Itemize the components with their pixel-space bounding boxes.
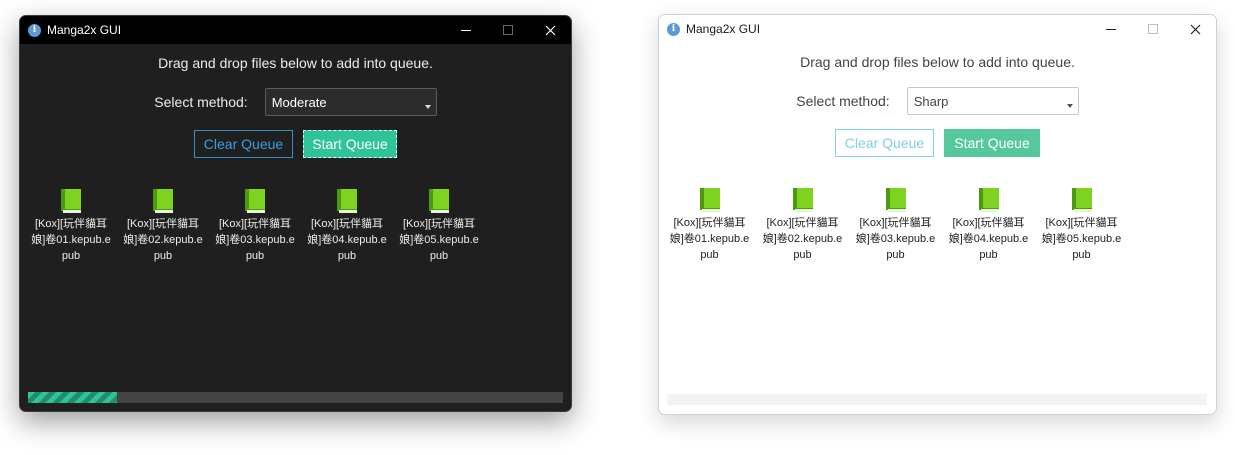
close-button[interactable]	[529, 16, 571, 44]
method-select[interactable]: Sharp	[906, 87, 1079, 115]
method-select[interactable]: Moderate	[264, 88, 437, 116]
progress-bar	[667, 394, 1207, 405]
file-item[interactable]: [Kox][玩伴貓耳娘]卷03.kepub.epub	[209, 189, 301, 264]
start-queue-button[interactable]: Start Queue	[944, 129, 1040, 157]
progress-fill	[28, 392, 117, 403]
maximize-icon	[1148, 24, 1158, 34]
window-light: i Manga2x GUI Drag and drop files below …	[658, 14, 1217, 415]
green-book-icon	[885, 188, 906, 212]
file-item[interactable]: [Kox][玩伴貓耳娘]卷01.kepub.epub	[25, 189, 117, 264]
minimize-icon	[461, 29, 471, 31]
main-content: Drag and drop files below to add into qu…	[20, 44, 571, 411]
green-book-icon	[429, 189, 449, 213]
clear-queue-button[interactable]: Clear Queue	[194, 130, 293, 158]
file-name: [Kox][玩伴貓耳娘]卷02.kepub.epub	[762, 217, 843, 261]
file-item[interactable]: [Kox][玩伴貓耳娘]卷05.kepub.epub	[1035, 188, 1128, 263]
minimize-icon	[1106, 28, 1116, 30]
file-item[interactable]: [Kox][玩伴貓耳娘]卷04.kepub.epub	[942, 188, 1035, 263]
progress-bar	[28, 392, 563, 403]
minimize-button[interactable]	[1090, 15, 1132, 43]
method-select-value: Sharp	[913, 93, 949, 109]
method-label: Select method:	[154, 94, 248, 110]
info-icon: i	[667, 22, 680, 36]
green-book-icon	[61, 189, 81, 213]
dropdown-caret-icon	[424, 105, 431, 109]
file-item[interactable]: [Kox][玩伴貓耳娘]卷02.kepub.epub	[756, 188, 849, 263]
close-button[interactable]	[1174, 15, 1216, 43]
minimize-button[interactable]	[445, 16, 487, 44]
instruction-text: Drag and drop files below to add into qu…	[158, 55, 433, 71]
main-content: Drag and drop files below to add into qu…	[659, 43, 1216, 414]
method-row: Select method: Moderate	[20, 88, 571, 116]
title-bar[interactable]: i Manga2x GUI	[20, 16, 571, 44]
green-book-icon	[978, 188, 999, 212]
method-select-value: Moderate	[271, 94, 327, 110]
file-item[interactable]: [Kox][玩伴貓耳娘]卷05.kepub.epub	[393, 189, 485, 264]
file-name: [Kox][玩伴貓耳娘]卷04.kepub.epub	[948, 217, 1029, 261]
file-item[interactable]: [Kox][玩伴貓耳娘]卷02.kepub.epub	[117, 189, 209, 264]
file-list: [Kox][玩伴貓耳娘]卷01.kepub.epub [Kox][玩伴貓耳娘]卷…	[25, 189, 485, 264]
method-row: Select method: Sharp	[659, 87, 1216, 115]
file-item[interactable]: [Kox][玩伴貓耳娘]卷01.kepub.epub	[663, 188, 756, 263]
green-book-icon	[1071, 188, 1092, 212]
file-name: [Kox][玩伴貓耳娘]卷01.kepub.epub	[31, 218, 111, 262]
maximize-button[interactable]	[1132, 15, 1174, 43]
green-book-icon	[245, 189, 265, 213]
dropdown-caret-icon	[1066, 104, 1073, 108]
window-title: Manga2x GUI	[686, 22, 761, 36]
maximize-icon	[503, 25, 513, 35]
start-queue-button[interactable]: Start Queue	[303, 130, 397, 158]
window-title: Manga2x GUI	[47, 23, 122, 37]
green-book-icon	[792, 188, 813, 212]
file-item[interactable]: [Kox][玩伴貓耳娘]卷04.kepub.epub	[301, 189, 393, 264]
file-item[interactable]: [Kox][玩伴貓耳娘]卷03.kepub.epub	[849, 188, 942, 263]
file-name: [Kox][玩伴貓耳娘]卷05.kepub.epub	[399, 218, 479, 262]
file-name: [Kox][玩伴貓耳娘]卷05.kepub.epub	[1041, 217, 1122, 261]
green-book-icon	[699, 188, 720, 212]
green-book-icon	[337, 189, 357, 213]
maximize-button[interactable]	[487, 16, 529, 44]
green-book-icon	[153, 189, 173, 213]
button-row: Clear Queue Start Queue	[659, 129, 1216, 157]
method-label: Select method:	[796, 93, 890, 109]
file-name: [Kox][玩伴貓耳娘]卷03.kepub.epub	[215, 218, 295, 262]
info-icon: i	[28, 23, 41, 37]
file-list: [Kox][玩伴貓耳娘]卷01.kepub.epub [Kox][玩伴貓耳娘]卷…	[663, 188, 1128, 263]
window-dark: i Manga2x GUI Drag and drop files below …	[19, 15, 572, 412]
clear-queue-button[interactable]: Clear Queue	[835, 129, 934, 157]
close-icon	[1190, 24, 1200, 34]
file-name: [Kox][玩伴貓耳娘]卷02.kepub.epub	[123, 218, 203, 262]
title-bar[interactable]: i Manga2x GUI	[659, 15, 1216, 43]
button-row: Clear Queue Start Queue	[20, 130, 571, 158]
instruction-text: Drag and drop files below to add into qu…	[800, 54, 1075, 70]
close-icon	[545, 25, 555, 35]
file-name: [Kox][玩伴貓耳娘]卷01.kepub.epub	[669, 217, 750, 261]
file-name: [Kox][玩伴貓耳娘]卷04.kepub.epub	[307, 218, 387, 262]
file-name: [Kox][玩伴貓耳娘]卷03.kepub.epub	[855, 217, 936, 261]
